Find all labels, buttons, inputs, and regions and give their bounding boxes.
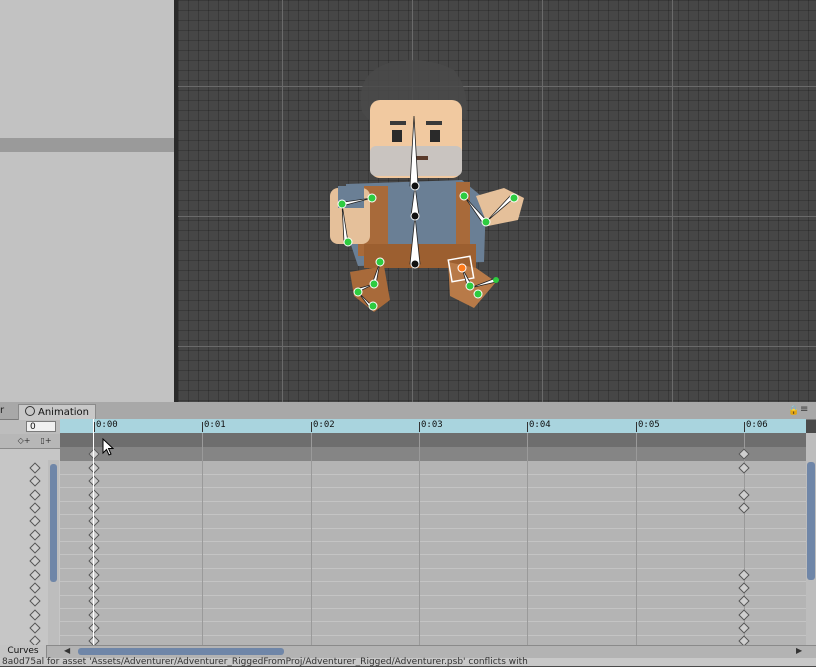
dopesheet-row-line: [60, 554, 806, 555]
dopesheet-second-line: [636, 433, 637, 645]
ruler-label: 0:03: [421, 420, 443, 430]
dopesheet-second-line: [311, 433, 312, 645]
joint-hip[interactable]: [410, 259, 420, 269]
inspector-panel-lower: [0, 152, 174, 402]
joint-elbow-left[interactable]: [337, 199, 347, 209]
ruler-tick: [202, 422, 203, 432]
mouse-cursor-icon: [102, 438, 114, 456]
ruler-label: 0:06: [746, 420, 768, 430]
dopesheet-row-line: [60, 568, 806, 569]
scroll-left-arrow-icon[interactable]: ◀: [64, 646, 70, 655]
character-brow-left: [390, 121, 406, 125]
scroll-right-arrow-icon[interactable]: ▶: [796, 646, 802, 655]
joint-knee-right[interactable]: [465, 281, 475, 291]
joint-hand-left[interactable]: [343, 237, 353, 247]
joint-chest[interactable]: [410, 181, 420, 191]
clock-icon: [25, 406, 35, 416]
character-brow-right: [426, 121, 442, 125]
ruler-tick: [636, 422, 637, 432]
dopesheet-scroll-thumb[interactable]: [807, 462, 815, 580]
joint-ankle-right[interactable]: [473, 289, 483, 299]
dopesheet-row-line: [60, 621, 806, 622]
dopesheet-row-line: [60, 635, 806, 636]
joint-hip-left[interactable]: [375, 257, 385, 267]
character-eye-right: [430, 130, 440, 142]
dopesheet-summary-row-2[interactable]: [60, 447, 806, 461]
add-keyframe-button[interactable]: ◇+: [14, 435, 34, 447]
lock-icon[interactable]: 🔒: [788, 406, 799, 416]
dopesheet-row-line: [60, 595, 806, 596]
tab-animation-label: Animation: [38, 407, 89, 418]
panel-divider[interactable]: [0, 138, 174, 152]
dopesheet-row-line: [60, 541, 806, 542]
ruler-label: 0:04: [529, 420, 551, 430]
dopesheet-row-line: [60, 514, 806, 515]
tab-partial[interactable]: r: [0, 402, 14, 419]
scene-view[interactable]: [178, 0, 816, 402]
dopesheet-second-line: [419, 433, 420, 645]
dopesheet-row-line: [60, 528, 806, 529]
ruler-label: 0:05: [638, 420, 660, 430]
ruler-tick: [311, 422, 312, 432]
dopesheet-row-line: [60, 474, 806, 475]
ruler-tick: [744, 422, 745, 432]
property-list-scroll-thumb[interactable]: [50, 464, 57, 582]
dopesheet-second-line: [527, 433, 528, 645]
joint-spine[interactable]: [410, 211, 420, 221]
dopesheet[interactable]: [60, 461, 806, 645]
joint-hand-right[interactable]: [509, 193, 519, 203]
tab-animation[interactable]: Animation: [18, 404, 96, 420]
joint-ankle-left[interactable]: [353, 287, 363, 297]
joint-toe-left[interactable]: [368, 301, 378, 311]
rigged-character-sprite[interactable]: [178, 0, 816, 402]
dopesheet-second-line: [202, 433, 203, 645]
frame-field[interactable]: 0: [26, 421, 56, 432]
joint-toe-right[interactable]: [493, 277, 499, 283]
ruler-label: 0:00: [96, 420, 118, 430]
joint-shoulder-right[interactable]: [459, 191, 469, 201]
joint-hip-right-selected[interactable]: [457, 263, 467, 273]
dopesheet-row-line: [60, 501, 806, 502]
ruler-tick: [94, 422, 95, 432]
animation-tabbar: [0, 402, 816, 420]
joint-shoulder-left[interactable]: [367, 193, 377, 203]
ruler-label: 0:01: [204, 420, 226, 430]
dopesheet-row-line: [60, 581, 806, 582]
inspector-panel-upper: [0, 0, 174, 138]
ruler-tick: [527, 422, 528, 432]
menu-icon[interactable]: ≡: [800, 404, 808, 415]
joint-elbow-right[interactable]: [481, 217, 491, 227]
dopesheet-row-line: [60, 487, 806, 488]
ruler-label: 0:02: [313, 420, 335, 430]
dopesheet-row-line: [60, 608, 806, 609]
playhead[interactable]: [93, 419, 94, 645]
horizontal-scroll-thumb[interactable]: [78, 648, 284, 655]
joint-knee-left[interactable]: [369, 279, 379, 289]
character-eye-left: [392, 130, 402, 142]
dopesheet-summary-row[interactable]: [60, 433, 806, 447]
add-event-button[interactable]: ▯+: [36, 435, 56, 447]
ruler-tick: [419, 422, 420, 432]
